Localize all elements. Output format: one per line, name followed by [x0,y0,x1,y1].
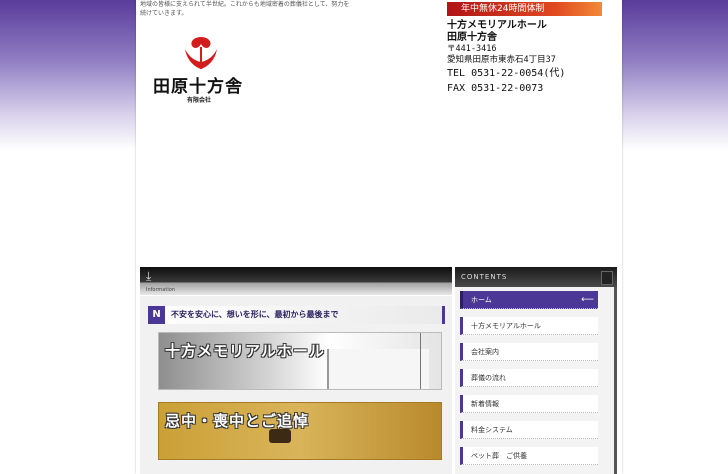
information-label: Information [146,287,175,293]
intro-text: 地域の皆様に支えられて半世紀。これからも地域密着の葬儀社として、努力を続けていき… [140,1,350,17]
page-container: 地域の皆様に支えられて半世紀。これからも地域密着の葬儀社として、努力を続けていき… [136,0,622,474]
nav-home[interactable]: ホーム ⟵ [460,291,598,309]
nav-news[interactable]: 新着情報 [460,395,598,413]
hall-building-image [327,349,429,389]
fax-number: FAX 0531-22-0073 [447,83,544,94]
nav-funeral-flow[interactable]: 葬儀の流れ [460,369,598,387]
memorial-hall-banner-title: 十方メモリアルホール [165,342,325,360]
tagline-bar: N 不安を安心に、想いを形に、最初から最後まで [148,306,445,324]
nav-company[interactable]: 会社案内 [460,343,598,361]
contents-title: CONTENTS [461,273,508,281]
down-arrow-icon: ⤓ [146,269,152,283]
news-n-icon: N [148,306,165,324]
nav-memorial-hall[interactable]: 十方メモリアルホール [460,317,598,335]
nav-pet-funeral[interactable]: ペット葬 ご供養 [460,447,598,465]
nav-funeral-flow-label: 葬儀の流れ [471,374,506,382]
nav-home-label: ホーム [471,296,492,304]
contents-header: CONTENTS [455,267,617,287]
contents-nav: ホーム ⟵ 十方メモリアルホール 会社案内 葬儀の流れ 新着情報 料金システム … [455,287,617,474]
ceiling-light-image [269,429,291,443]
logo-subtitle: 有限会社 [187,97,212,104]
hall-name: 十方メモリアルホール [447,20,547,31]
nav-news-label: 新着情報 [471,400,499,408]
nav-pricing-label: 料金システム [471,426,513,434]
postal-code: 〒441-3416 [447,44,497,54]
memorial-hall-banner[interactable]: 十方メモリアルホール [158,332,442,390]
company-name: 田原十方舎 [447,32,497,43]
information-header: ⤓ Information [140,267,452,295]
nav-pricing[interactable]: 料金システム [460,421,598,439]
contents-header-cap [601,271,613,285]
nav-memorial-hall-label: 十方メモリアルホール [471,322,541,330]
open-24h-badge: 年中無休24時間体制 [447,2,602,16]
pole-line [420,333,421,389]
nav-company-label: 会社案内 [471,348,499,356]
mourning-banner[interactable]: 忌中・喪中とご追悼 [158,402,442,460]
contact-block: 十方メモリアルホール 田原十方舎 〒441-3416 愛知県田原市東赤石4丁目3… [447,20,565,96]
logo-mark-icon [185,37,217,69]
mourning-banner-title: 忌中・喪中とご追悼 [165,412,310,430]
address: 愛知県田原市東赤石4丁目37 [447,55,556,65]
logo-text[interactable]: 田原十方舎 [153,72,243,97]
arrow-left-icon: ⟵ [581,295,594,305]
tagline-text: 不安を安心に、想いを形に、最初から最後まで [171,310,339,319]
phone-number: TEL 0531-22-0054(代) [447,68,566,79]
nav-pet-funeral-label: ペット葬 ご供養 [471,452,527,460]
